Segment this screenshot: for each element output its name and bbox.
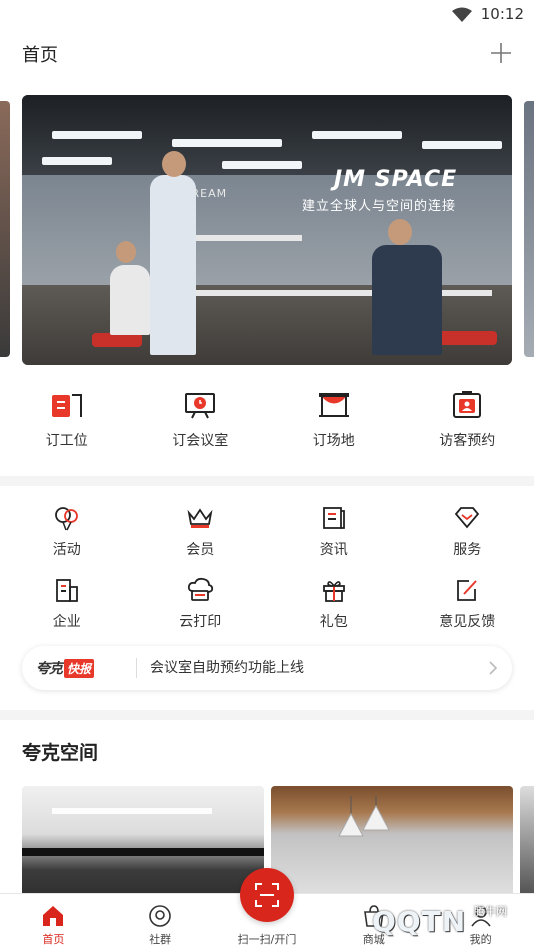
crown-icon [187,508,213,528]
ceiling-light [312,131,402,139]
pendant-lamp-icon [338,796,390,837]
banner-desk [192,290,492,296]
company-label: 企业 [52,614,81,630]
visitor-icon [453,391,482,418]
watermark: QQTN 腾牛网 [330,895,530,945]
meeting-room-icon [185,393,216,419]
banner-slogan: 建立全球人与空间的连接 [302,199,457,214]
banner-next-slide[interactable] [524,101,534,357]
company-button[interactable]: 企业 [0,577,134,649]
banner-person [150,175,196,355]
add-icon[interactable] [490,42,512,64]
banner-person [372,245,442,355]
gift-label: 礼包 [319,614,348,630]
gift-icon [322,581,345,602]
banner-person-head [116,241,136,263]
desk-icon [51,394,82,417]
events-label: 活动 [52,542,81,558]
watermark-main: QQTN [372,905,467,938]
news-ticker[interactable]: 夸克 快报 会议室自助预约功能上线 [22,646,512,690]
section-divider [0,476,534,486]
community-icon [149,905,171,927]
building-icon [55,579,78,602]
banner-slide[interactable]: DREAM JM SPACE 建立全球人与空间的连接 [22,95,512,365]
ceiling-light [52,131,142,139]
section-divider [0,710,534,720]
space-card[interactable] [22,786,264,896]
home-icon [43,906,64,926]
news-button[interactable]: 资讯 [267,505,401,577]
banner-chair [92,333,142,347]
balloon-icon [54,507,78,531]
nav-scan-label: 扫一扫/开门 [237,933,297,946]
book-venue-label: 订场地 [312,433,355,449]
news-logo-badge: 快报 [64,658,95,678]
book-venue-button[interactable]: 订场地 [267,390,401,470]
news-icon [322,507,345,529]
news-logo-main: 夸克 [36,661,63,677]
banner-person-head [388,219,412,245]
feedback-icon [457,580,477,601]
scan-button[interactable] [240,868,294,922]
nav-community[interactable]: 社群 [107,894,214,949]
membership-label: 会员 [186,542,215,558]
news-headline[interactable]: 会议室自助预约功能上线 [150,657,304,677]
book-meeting-room-button[interactable]: 订会议室 [134,390,268,470]
events-button[interactable]: 活动 [0,505,134,577]
book-desk-button[interactable]: 订工位 [0,390,134,470]
space-card[interactable] [271,786,513,896]
banner-brand: JM SPACE [334,167,458,192]
service-grid: 活动 会员 资讯 服务 企业 云打印 礼包 意见反馈 [0,505,534,649]
status-bar: 10:12 [0,0,534,30]
ceiling-light [222,161,302,169]
venue-icon [318,393,349,417]
space-card-beam [22,848,264,856]
news-separator [136,658,137,678]
news-label: 资讯 [319,542,348,558]
ceiling-light [172,139,282,147]
nav-home-label: 首页 [42,933,65,946]
banner-person [110,265,150,335]
space-card-peek[interactable] [520,786,534,896]
watermark-small: 腾牛网 [474,905,507,918]
book-desk-label: 订工位 [45,433,88,449]
gift-button[interactable]: 礼包 [267,577,401,649]
banner-carousel[interactable]: DREAM JM SPACE 建立全球人与空间的连接 [0,95,534,365]
feedback-button[interactable]: 意见反馈 [401,577,534,649]
visitor-booking-button[interactable]: 访客预约 [401,390,534,470]
page-title: 首页 [22,45,58,66]
wifi-icon [452,7,472,22]
banner-chair [437,331,497,345]
visitor-booking-label: 访客预约 [439,433,496,449]
status-time: 10:12 [480,5,524,23]
service-button[interactable]: 服务 [401,505,534,577]
book-meeting-room-label: 订会议室 [172,433,229,449]
chevron-right-icon[interactable] [488,660,498,676]
feedback-label: 意见反馈 [439,614,496,630]
space-card-light [52,808,212,814]
section-title: 夸克空间 [22,742,99,764]
ceiling-light [422,141,502,149]
membership-button[interactable]: 会员 [134,505,268,577]
banner-prev-slide[interactable] [0,101,10,357]
news-logo: 夸克 快报 [36,658,95,678]
cloud-print-label: 云打印 [179,614,222,630]
banner-person-head [162,151,186,177]
cloud-print-icon [188,577,214,601]
scan-icon [255,883,279,907]
service-label: 服务 [453,542,482,558]
nav-home[interactable]: 首页 [0,894,107,949]
page-header: 首页 [0,30,534,76]
cloud-print-button[interactable]: 云打印 [134,577,268,649]
nav-community-label: 社群 [149,933,172,946]
quick-actions: 订工位 订会议室 订场地 访客预约 [0,390,534,470]
ceiling-light [42,157,112,165]
diamond-icon [455,507,480,529]
